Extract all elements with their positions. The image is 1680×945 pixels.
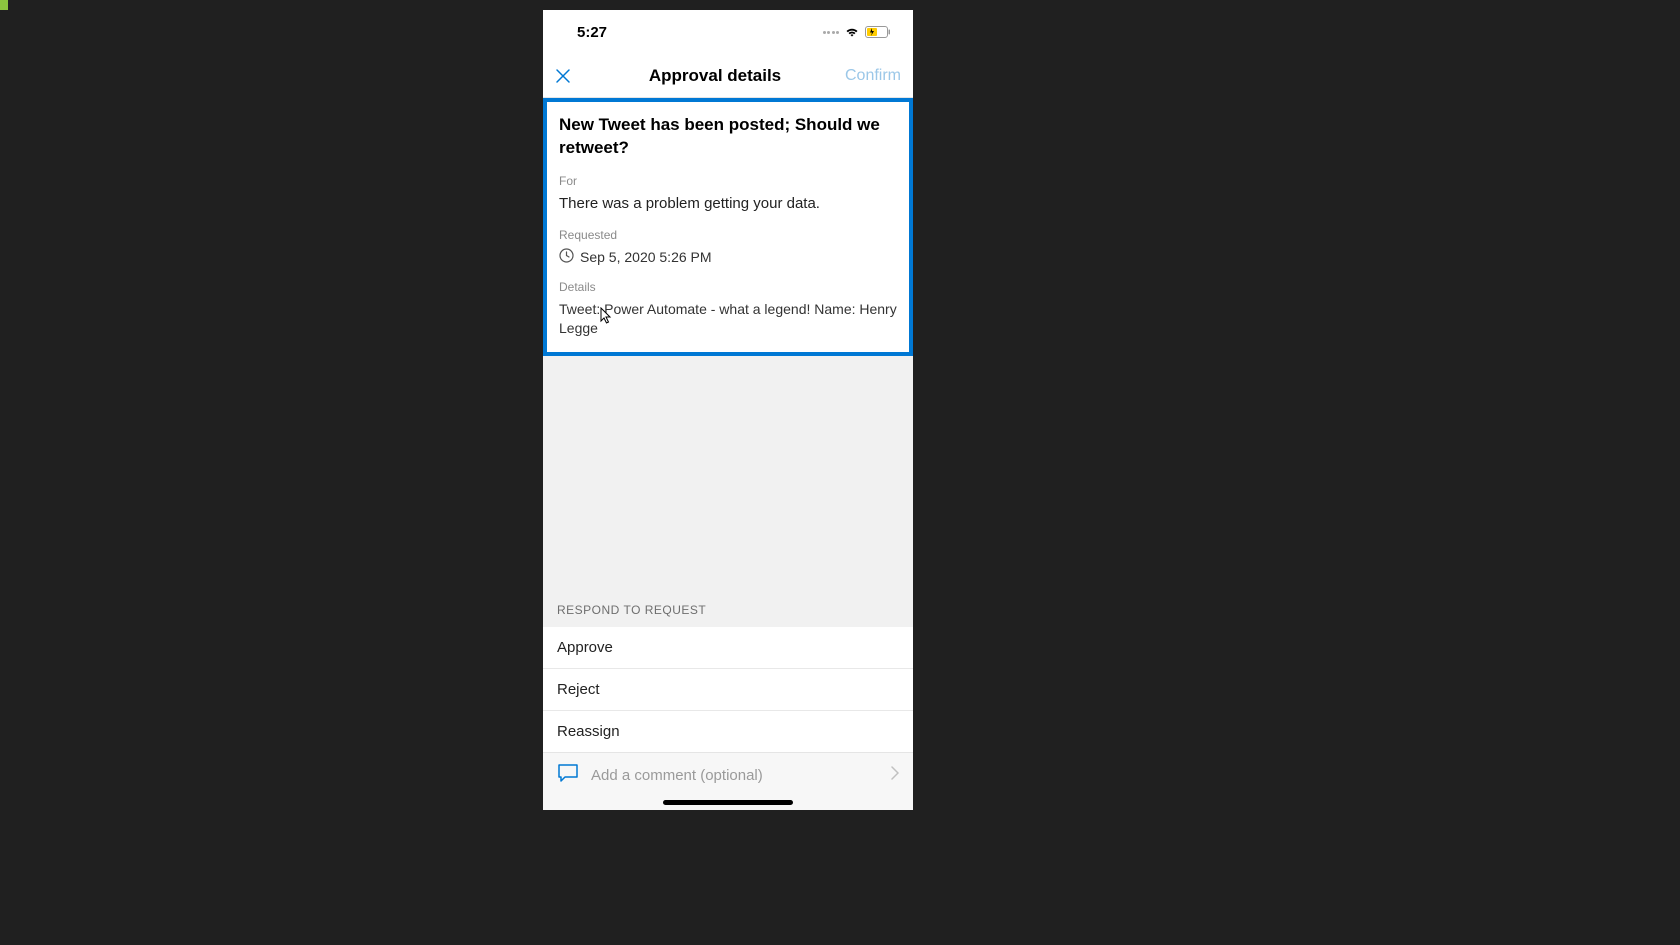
respond-header: RESPOND TO REQUEST (543, 593, 913, 627)
requested-label: Requested (559, 228, 897, 242)
requested-row: Sep 5, 2020 5:26 PM (559, 248, 897, 266)
approval-title: New Tweet has been posted; Should we ret… (559, 114, 897, 160)
clock-icon (559, 248, 574, 266)
nav-bar: Approval details Confirm (543, 54, 913, 98)
reject-action[interactable]: Reject (543, 669, 913, 711)
comment-icon (557, 763, 579, 788)
requested-value: Sep 5, 2020 5:26 PM (580, 249, 712, 265)
details-label: Details (559, 280, 897, 294)
close-icon (555, 68, 571, 84)
approval-card: New Tweet has been posted; Should we ret… (543, 98, 913, 356)
status-bar: 5:27 (543, 10, 913, 54)
comment-input[interactable] (591, 767, 879, 784)
home-indicator (663, 800, 793, 805)
reassign-action[interactable]: Reassign (543, 711, 913, 752)
phone-screen: 5:27 (543, 10, 913, 810)
close-button[interactable] (555, 68, 585, 84)
page-title: Approval details (649, 66, 781, 86)
approve-action[interactable]: Approve (543, 627, 913, 669)
for-value: There was a problem getting your data. (559, 194, 897, 214)
confirm-button[interactable]: Confirm (845, 67, 901, 85)
status-icons (823, 26, 892, 38)
comment-bar (543, 752, 913, 810)
respond-section: RESPOND TO REQUEST Approve Reject Reassi… (543, 593, 913, 752)
details-value: Tweet: Power Automate - what a legend! N… (559, 300, 897, 338)
chevron-right-icon (891, 766, 899, 785)
for-label: For (559, 174, 897, 188)
cellular-icon (823, 31, 840, 34)
wifi-icon (844, 26, 860, 38)
indicator-dot (0, 0, 8, 10)
content-area: New Tweet has been posted; Should we ret… (543, 98, 913, 810)
status-time: 5:27 (577, 24, 607, 41)
battery-icon (865, 26, 891, 38)
action-list: Approve Reject Reassign (543, 627, 913, 752)
